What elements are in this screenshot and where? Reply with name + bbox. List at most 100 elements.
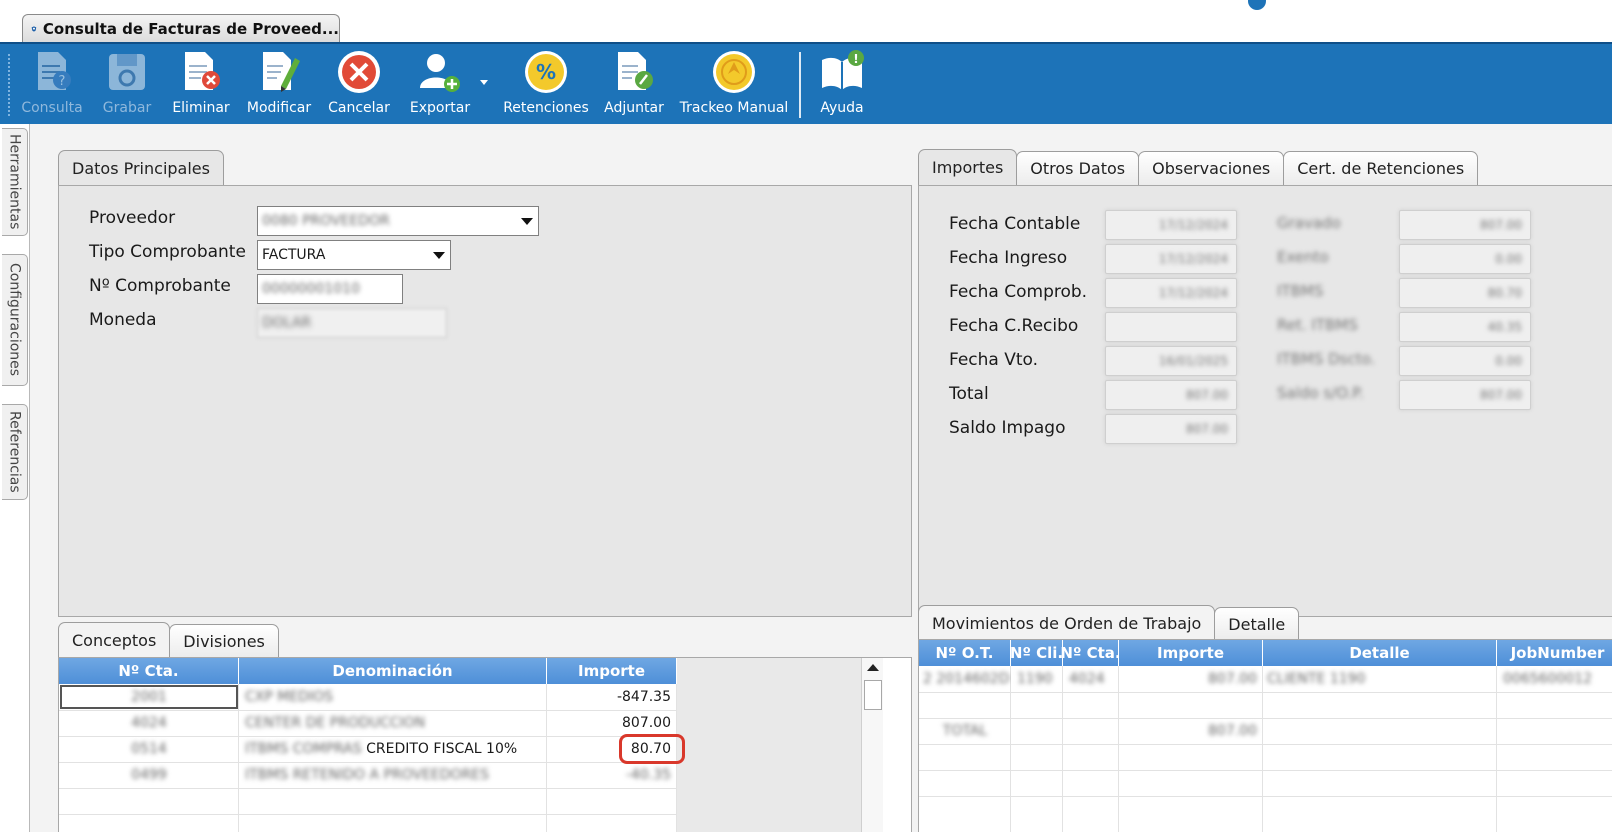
- saldo-op-value: 807.00: [1399, 380, 1531, 410]
- trackeo-manual-label: Trackeo Manual: [679, 100, 789, 116]
- tab-importes[interactable]: Importes: [918, 149, 1018, 185]
- tab-cert-retenciones[interactable]: Cert. de Retenciones: [1283, 151, 1479, 185]
- retenciones-label: Retenciones: [503, 100, 589, 116]
- exento-label: Exento: [1277, 248, 1329, 266]
- cell-jobnumber: 0065600012: [1503, 671, 1593, 687]
- cell-ot: [919, 692, 1011, 718]
- cell-cta: 4024: [131, 715, 167, 731]
- gravado-label: Gravado: [1277, 214, 1341, 232]
- retenciones-button[interactable]: % Retenciones: [500, 48, 592, 122]
- fecha-vto-value[interactable]: 16/01/2025: [1105, 346, 1237, 376]
- cell-cta[interactable]: 2001: [59, 684, 239, 710]
- side-tab-referencias[interactable]: Referencias: [2, 404, 28, 500]
- fecha-contable-label: Fecha Contable: [949, 214, 1081, 234]
- col-importe[interactable]: Importe: [547, 658, 677, 684]
- side-tab-label: Herramientas: [6, 134, 23, 230]
- percent-icon: %: [525, 51, 567, 93]
- window-tab[interactable]: Consulta de Facturas de Proveed...: [22, 14, 340, 42]
- help-book-icon: !: [822, 50, 864, 90]
- tab-divisiones[interactable]: Divisiones: [169, 624, 279, 658]
- col-nro-cli[interactable]: Nº Cli.: [1010, 640, 1063, 666]
- movimientos-tabs: Movimientos de Orden de Trabajo Detalle: [918, 605, 1300, 641]
- scroll-up-icon[interactable]: [867, 664, 879, 671]
- numero-comprobante-label: Nº Comprobante: [89, 276, 231, 296]
- modificar-button[interactable]: Modificar: [244, 48, 314, 122]
- tipo-comprobante-select[interactable]: FACTURA: [257, 240, 451, 270]
- grabar-button[interactable]: Grabar: [98, 48, 156, 122]
- proveedor-select[interactable]: 0080 PROVEEDOR: [257, 206, 539, 236]
- toolbar-grip[interactable]: [8, 54, 12, 116]
- side-tab-label: Referencias: [6, 411, 23, 493]
- cell-importe: -847.35: [616, 689, 671, 705]
- tab-otros-datos[interactable]: Otros Datos: [1016, 151, 1140, 185]
- highlight-annotation: [619, 734, 685, 764]
- ayuda-label: Ayuda: [820, 100, 864, 116]
- cell-denominacion: ITBMS RETENIDO A PROVEEDORES: [245, 767, 490, 783]
- chevron-down-icon[interactable]: [428, 241, 450, 269]
- col-nro-ot[interactable]: Nº O.T.: [919, 640, 1011, 666]
- fecha-c-recibo-value[interactable]: [1105, 312, 1237, 342]
- saldo-impago-label: Saldo Impago: [949, 418, 1066, 438]
- col-detalle[interactable]: Detalle: [1263, 640, 1497, 666]
- tab-observaciones[interactable]: Observaciones: [1138, 151, 1285, 185]
- chevron-down-icon[interactable]: [516, 207, 538, 235]
- total-label: Total: [949, 384, 989, 404]
- cell-importe: 807.00: [1208, 671, 1257, 687]
- itbms-value: 80.70: [1399, 278, 1531, 308]
- tab-conceptos[interactable]: Conceptos: [58, 622, 171, 658]
- ayuda-button[interactable]: ! Ayuda: [812, 48, 872, 122]
- conceptos-tabs: Conceptos Divisiones: [58, 622, 279, 658]
- save-disk-icon: [109, 54, 145, 90]
- svg-text:!: !: [853, 52, 858, 66]
- grabar-label: Grabar: [102, 100, 152, 116]
- col-nro-cta[interactable]: Nº Cta.: [1060, 640, 1121, 666]
- fecha-contable-value: 17/12/2024: [1105, 210, 1237, 240]
- importes-panel: Fecha Contable 17/12/2024 Fecha Ingreso …: [918, 185, 1612, 617]
- vertical-scrollbar[interactable]: [861, 658, 883, 832]
- cell-denominacion: ITBMS COMPRAS CREDITO FISCAL 10%: [245, 741, 518, 757]
- tab-movimientos-ot[interactable]: Movimientos de Orden de Trabajo: [918, 605, 1216, 641]
- col-importe[interactable]: Importe: [1119, 640, 1263, 666]
- fecha-ingreso-label: Fecha Ingreso: [949, 248, 1068, 268]
- svg-text:%: %: [536, 60, 556, 84]
- proveedor-label: Proveedor: [89, 208, 176, 228]
- notification-dot: [1248, 0, 1266, 10]
- edit-pencil-icon: [263, 52, 300, 92]
- importes-tabs: Importes Otros Datos Observaciones Cert.…: [918, 149, 1479, 185]
- numero-comprobante-field[interactable]: 00000001010: [257, 274, 403, 304]
- exportar-dropdown-icon[interactable]: [480, 80, 488, 85]
- side-tab-label: Configuraciones: [6, 263, 23, 377]
- scroll-thumb[interactable]: [864, 680, 882, 710]
- cancelar-button[interactable]: Cancelar: [325, 48, 393, 122]
- svg-text:?: ?: [59, 74, 66, 89]
- consulta-button[interactable]: ? Consulta: [20, 48, 84, 122]
- col-jobnumber[interactable]: JobNumber: [1497, 640, 1612, 666]
- conceptos-grid: Nº Cta. Denominación Importe 2001 CXP ME…: [58, 657, 912, 832]
- tab-datos-principales[interactable]: Datos Principales: [58, 150, 224, 186]
- consulta-label: Consulta: [21, 100, 83, 116]
- toolbar: ? Consulta Grabar Eliminar Modificar Can…: [0, 42, 1612, 124]
- movimientos-grid: Nº O.T. Nº Cli. Nº Cta. Importe Detalle …: [918, 639, 1612, 832]
- fecha-comprob-label: Fecha Comprob.: [949, 282, 1088, 302]
- cell-cta: 0499: [131, 767, 167, 783]
- side-tab-herramientas[interactable]: Herramientas: [2, 128, 28, 236]
- modificar-label: Modificar: [246, 100, 312, 116]
- fecha-ingreso-value: 17/12/2024: [1105, 244, 1237, 274]
- cell-cta: 0514: [131, 741, 167, 757]
- trackeo-manual-button[interactable]: Trackeo Manual: [678, 48, 790, 122]
- saldo-op-label: Saldo s/O.P.: [1277, 384, 1364, 402]
- app-shield-icon: [31, 25, 37, 32]
- col-denominacion[interactable]: Denominación: [239, 658, 547, 684]
- tab-detalle[interactable]: Detalle: [1214, 607, 1300, 641]
- col-nro-cta[interactable]: Nº Cta.: [59, 658, 239, 684]
- exportar-button[interactable]: Exportar: [404, 48, 476, 122]
- cell-importe: 807.00: [1208, 723, 1257, 739]
- fecha-comprob-value: 17/12/2024: [1105, 278, 1237, 308]
- eliminar-button[interactable]: Eliminar: [170, 48, 232, 122]
- cell-importe: -40.35: [625, 767, 671, 783]
- cell-cli: 1190: [1017, 671, 1053, 687]
- moneda-select[interactable]: DOLAR: [257, 308, 447, 338]
- side-tab-configuraciones[interactable]: Configuraciones: [2, 254, 28, 386]
- adjuntar-button[interactable]: Adjuntar: [600, 48, 668, 122]
- row-divider: [59, 814, 677, 815]
